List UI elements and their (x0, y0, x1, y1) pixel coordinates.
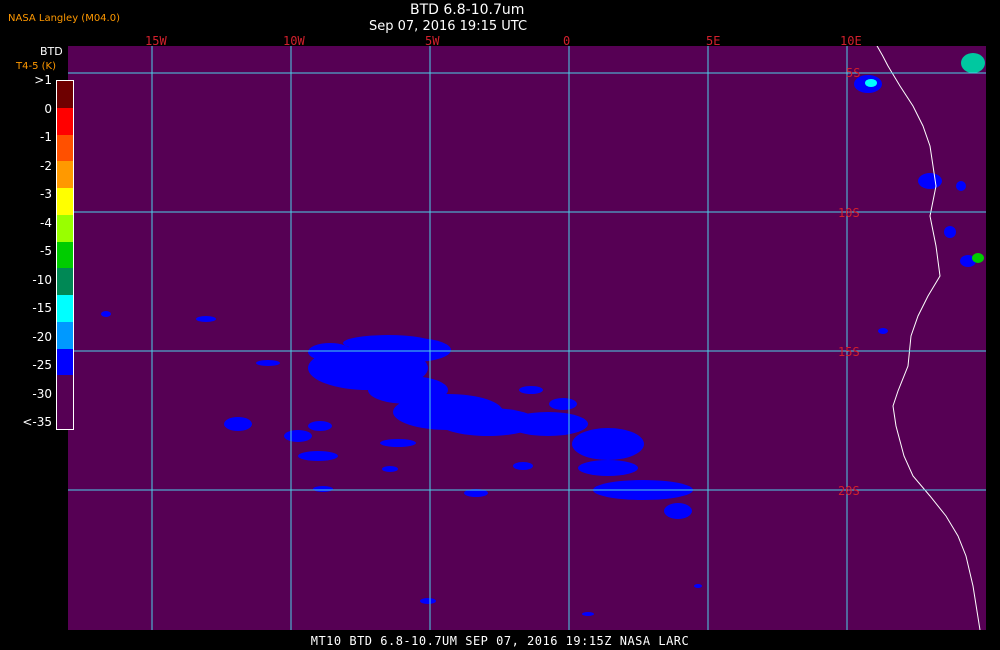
legend-label: -3 (40, 187, 52, 201)
cloud-blob (284, 430, 312, 442)
cloud-blob (578, 460, 638, 476)
legend-label: -30 (32, 386, 52, 401)
cloud-blob (196, 316, 216, 322)
cloud-core (961, 53, 985, 73)
legend-subtitle: T4-5 (K) (16, 61, 56, 72)
coastline (837, 0, 981, 631)
cloud-blob (918, 173, 942, 189)
legend-label: -4 (40, 215, 52, 230)
lon-label-10e: 10E (840, 34, 862, 48)
legend-swatch (57, 134, 73, 162)
footer-caption: MT10 BTD 6.8-10.7UM SEP 07, 2016 19:15Z … (310, 634, 690, 648)
legend-swatch (57, 348, 73, 376)
legend-swatch (57, 161, 73, 189)
lat-label-20s: 20S (838, 484, 860, 498)
cloud-blob (508, 412, 588, 436)
cloud-blob (308, 421, 332, 431)
legend-label: -1 (40, 130, 52, 144)
cloud-blob (549, 398, 577, 410)
color-legend-bar (56, 80, 74, 430)
map-svg (68, 0, 986, 631)
cloud-blob (878, 328, 888, 334)
cloud-blob (313, 486, 333, 492)
legend-swatch (57, 81, 73, 108)
legend-label: <-35 (22, 415, 52, 429)
cloud-blob (420, 598, 436, 604)
legend-label: -15 (32, 301, 52, 315)
lon-label-15w: 15W (145, 34, 167, 48)
image-subtitle: Sep 07, 2016 19:15 UTC (369, 19, 528, 34)
cloud-blob (382, 466, 398, 472)
cloud-blob (256, 360, 280, 366)
legend-swatch (57, 241, 73, 269)
cloud-blob (224, 417, 252, 431)
cloud-blob (298, 451, 338, 461)
cloud-blob (513, 462, 533, 470)
cloud-blob (664, 503, 692, 519)
map-panel[interactable] (68, 0, 986, 631)
legend-swatch (57, 107, 73, 135)
legend-label: 0 (44, 101, 52, 116)
legend-label: -5 (40, 244, 52, 258)
lon-label-0: 0 (563, 34, 571, 48)
lat-label-10s: 10S (838, 206, 860, 220)
legend-label: >1 (34, 73, 52, 87)
legend-title: BTD (40, 45, 63, 58)
lon-label-5w: 5W (425, 34, 440, 48)
cloud-core (972, 253, 984, 263)
legend-label: -20 (32, 329, 52, 344)
legend-label: -25 (32, 358, 52, 372)
legend-label: -10 (32, 272, 52, 287)
graticule (68, 46, 986, 630)
legend-swatch (57, 268, 73, 296)
credit-label: NASA Langley (M04.0) (8, 13, 120, 24)
cloud-blob (694, 584, 702, 588)
legend-label: -2 (40, 158, 52, 173)
lon-label-5e: 5E (706, 34, 721, 48)
cloud-blob (944, 226, 956, 238)
cloud-blob (572, 428, 644, 460)
cloud-blob (380, 439, 416, 447)
image-title: BTD 6.8-10.7um (410, 2, 525, 18)
legend-swatch (57, 402, 73, 430)
cloud-blob (519, 386, 543, 394)
cloud-core (865, 79, 877, 87)
cloud-blob (582, 612, 594, 616)
lon-label-10w: 10W (283, 34, 305, 48)
cloud-blob (101, 311, 111, 317)
legend-swatch (57, 295, 73, 323)
legend-swatch (57, 188, 73, 216)
lat-label-5s: 5S (846, 66, 861, 80)
cloud-blob (308, 343, 352, 361)
cloud-blob (956, 181, 966, 191)
legend-swatch (57, 321, 73, 349)
legend-swatch (57, 375, 73, 403)
legend-swatch (57, 214, 73, 242)
cloud-features (101, 53, 985, 616)
lat-label-15s: 15S (838, 345, 860, 359)
satellite-image-viewer: NASA Langley (M04.0) BTD 6.8-10.7um Sep … (0, 0, 1000, 650)
